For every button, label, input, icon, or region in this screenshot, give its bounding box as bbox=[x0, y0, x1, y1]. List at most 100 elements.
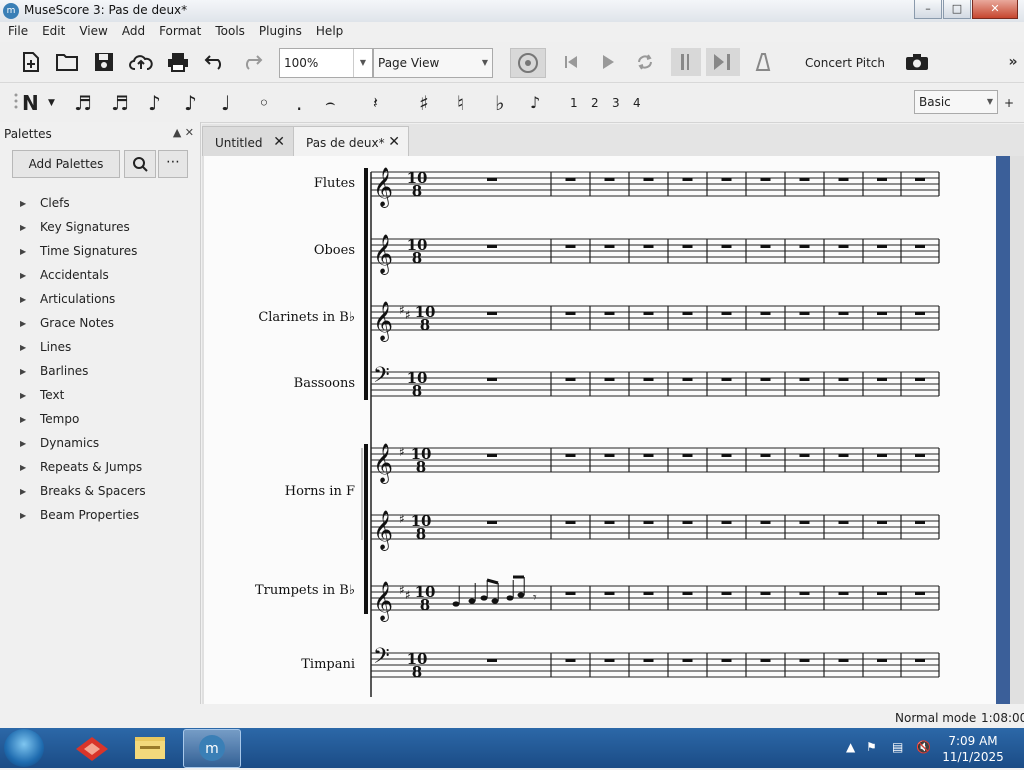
show-hidden-icons[interactable]: ▲ bbox=[846, 740, 855, 754]
taskbar-app-red[interactable] bbox=[64, 729, 120, 766]
taskbar-clock[interactable]: 7:09 AM 11/1/2025 bbox=[940, 733, 1006, 765]
palette-item-barlines[interactable]: ▶ Barlines bbox=[20, 364, 88, 386]
whole-rest bbox=[721, 378, 732, 381]
score-view[interactable]: 𝄞 10 8 𝄞 10 8 𝄞 ♯ ♯ 10 8 𝄢 10 8 𝄞 ♯ 10 8 𝄞 ♯ 10 8 𝄞 ♯ ♯ 10 8 𝄢 10 8 𝄾 … bbox=[202, 156, 1024, 704]
flat-icon[interactable]: ♭ bbox=[495, 90, 504, 116]
quarter-note-icon[interactable]: ♩ bbox=[221, 90, 230, 116]
palette-item-tempo[interactable]: ▶ Tempo bbox=[20, 412, 79, 434]
palette-item-lines[interactable]: ▶ Lines bbox=[20, 340, 71, 362]
pan-score-icon[interactable] bbox=[706, 48, 740, 76]
cloud-upload-icon[interactable] bbox=[129, 50, 153, 74]
close-icon[interactable]: ✕ bbox=[273, 134, 285, 150]
note-input-mode-icon[interactable]: N bbox=[22, 90, 39, 116]
tab-untitled[interactable]: Untitled ✕ bbox=[202, 126, 294, 157]
taskbar-musescore[interactable]: m bbox=[183, 729, 241, 768]
note-head bbox=[506, 595, 514, 601]
new-file-icon[interactable] bbox=[19, 50, 43, 74]
file-explorer-icon[interactable] bbox=[122, 729, 178, 766]
add-palettes-button[interactable]: Add Palettes bbox=[12, 150, 120, 178]
menu-tools[interactable]: Tools bbox=[207, 22, 251, 38]
metronome-icon[interactable] bbox=[510, 48, 546, 78]
network-icon[interactable]: ▤ bbox=[892, 740, 903, 754]
start-button[interactable] bbox=[4, 729, 44, 767]
open-folder-icon[interactable] bbox=[55, 50, 79, 74]
sharp-icon[interactable]: ♯ bbox=[419, 90, 429, 116]
palette-item-clefs[interactable]: ▶ Clefs bbox=[20, 196, 70, 218]
volume-muted-icon[interactable]: 🔇 bbox=[916, 740, 931, 754]
undo-icon[interactable] bbox=[203, 50, 227, 74]
menu-edit[interactable]: Edit bbox=[34, 22, 71, 38]
whole-rest bbox=[682, 312, 693, 315]
palette-more-button[interactable]: ⋯ bbox=[158, 150, 188, 178]
palette-item-repeats-jumps[interactable]: ▶ Repeats & Jumps bbox=[20, 460, 142, 482]
toolbar-overflow-icon[interactable]: » bbox=[1005, 50, 1021, 74]
redo-icon[interactable] bbox=[240, 50, 264, 74]
palette-item-articulations[interactable]: ▶ Articulations bbox=[20, 292, 115, 314]
rest-icon[interactable]: 𝄽 bbox=[373, 90, 378, 116]
menu-plugins[interactable]: Plugins bbox=[251, 22, 308, 38]
voice-3-button[interactable]: 3 bbox=[612, 96, 620, 110]
whole-rest bbox=[565, 312, 576, 315]
palette-item-accidentals[interactable]: ▶ Accidentals bbox=[20, 268, 109, 290]
vertical-scrollbar[interactable] bbox=[996, 156, 1010, 704]
palette-item-key-signatures[interactable]: ▶ Key Signatures bbox=[20, 220, 130, 242]
treble-clef: 𝄞 bbox=[373, 167, 393, 208]
menu-view[interactable]: View bbox=[71, 22, 113, 38]
32nd-note-icon[interactable]: ♬ bbox=[111, 90, 129, 116]
close-icon[interactable]: ✕ bbox=[388, 134, 400, 150]
loop-in-icon[interactable] bbox=[671, 48, 701, 76]
score-canvas: 𝄞 108𝄞 108𝄞 ♯ ♯ 108𝄢 108𝄞 ♯ 108𝄞 ♯ 108𝄞 ♯ ♯ 108𝄢 108𝄾 … bbox=[255, 167, 940, 697]
whole-rest bbox=[604, 312, 615, 315]
augmentation-dot-icon[interactable]: . bbox=[296, 90, 302, 116]
menu-format[interactable]: Format bbox=[151, 22, 207, 38]
maximize-button[interactable]: □ bbox=[943, 0, 971, 19]
menu-file[interactable]: File bbox=[0, 22, 34, 38]
float-icon[interactable]: ▲ bbox=[173, 126, 181, 139]
64th-note-icon[interactable]: ♬ bbox=[74, 90, 92, 116]
palette-item-text[interactable]: ▶ Text bbox=[20, 388, 64, 410]
tie-icon[interactable]: ⌢ bbox=[325, 90, 336, 116]
natural-icon[interactable]: ♮ bbox=[457, 90, 464, 116]
half-note-icon[interactable]: ◦ bbox=[258, 90, 270, 116]
whole-rest bbox=[799, 454, 810, 457]
voice-4-button[interactable]: 4 bbox=[633, 96, 641, 110]
print-icon[interactable] bbox=[166, 50, 190, 74]
treble-clef: 𝄞 bbox=[373, 443, 393, 484]
palette-item-beam-properties[interactable]: ▶ Beam Properties bbox=[20, 508, 139, 530]
voice-1-button[interactable]: 1 bbox=[570, 96, 578, 110]
chevron-down-icon[interactable]: ▼ bbox=[48, 90, 55, 116]
palette-item-breaks-spacers[interactable]: ▶ Breaks & Spacers bbox=[20, 484, 146, 506]
score-page[interactable]: 𝄞 10 8 𝄞 10 8 𝄞 ♯ ♯ 10 8 𝄢 10 8 𝄞 ♯ 10 8 𝄞 ♯ 10 8 𝄞 ♯ ♯ 10 8 𝄢 10 8 𝄾 … bbox=[204, 156, 996, 704]
close-button[interactable]: ✕ bbox=[972, 0, 1018, 19]
palette-item-dynamics[interactable]: ▶ Dynamics bbox=[20, 436, 99, 458]
camera-icon[interactable] bbox=[905, 50, 929, 74]
mixer-icon[interactable] bbox=[751, 50, 775, 74]
voice-2-button[interactable]: 2 bbox=[591, 96, 599, 110]
note-head bbox=[517, 592, 525, 598]
play-icon[interactable] bbox=[596, 50, 620, 74]
palette-search-button[interactable] bbox=[124, 150, 156, 178]
action-center-icon[interactable]: ⚑ bbox=[866, 740, 877, 754]
16th-note-icon[interactable]: ♪ bbox=[148, 90, 161, 116]
minimize-button[interactable]: – bbox=[914, 0, 942, 19]
whole-rest bbox=[877, 454, 887, 457]
loop-icon[interactable] bbox=[633, 50, 657, 74]
view-mode-select[interactable]: Page View ▼ bbox=[373, 48, 493, 78]
chevron-right-icon: ▶ bbox=[20, 487, 27, 496]
menu-add[interactable]: Add bbox=[114, 22, 151, 38]
workspace-select[interactable]: Basic ▼ bbox=[914, 90, 998, 114]
tab-pas-de-deux[interactable]: Pas de deux* ✕ bbox=[293, 126, 409, 157]
add-workspace-button[interactable]: + bbox=[1004, 96, 1014, 110]
palette-item-time-signatures[interactable]: ▶ Time Signatures bbox=[20, 244, 137, 266]
save-icon[interactable] bbox=[92, 50, 116, 74]
eighth-note-icon[interactable]: ♪ bbox=[184, 90, 197, 116]
time-signature-bottom: 8 bbox=[412, 382, 422, 400]
rewind-icon[interactable] bbox=[559, 50, 583, 74]
zoom-combobox[interactable]: 100% ▼ bbox=[279, 48, 373, 78]
palette-item-grace-notes[interactable]: ▶ Grace Notes bbox=[20, 316, 114, 338]
whole-rest bbox=[604, 592, 615, 595]
menu-help[interactable]: Help bbox=[308, 22, 349, 38]
close-icon[interactable]: ✕ bbox=[185, 126, 194, 139]
concert-pitch-toggle[interactable]: Concert Pitch bbox=[805, 56, 885, 70]
flip-direction-icon[interactable]: ♪ bbox=[530, 90, 540, 116]
